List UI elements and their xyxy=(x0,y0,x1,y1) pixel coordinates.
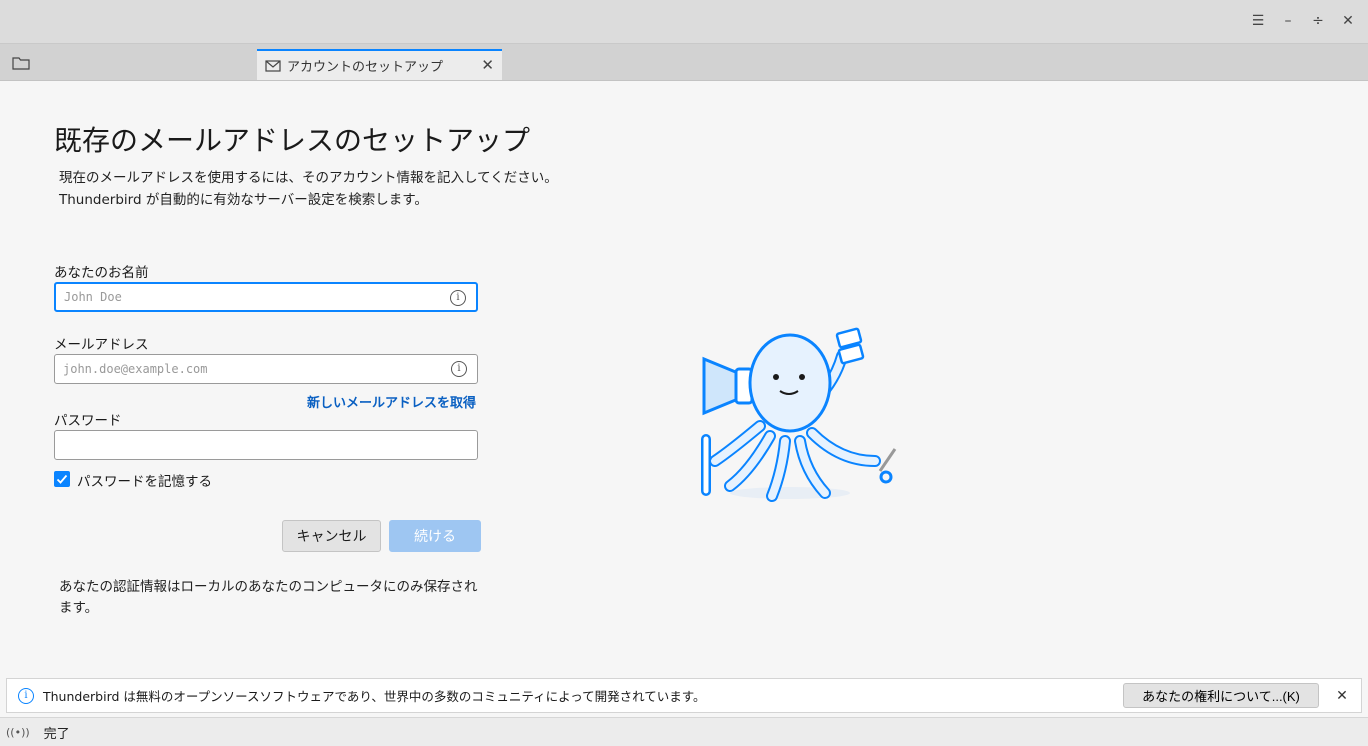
password-field-wrapper xyxy=(54,430,478,460)
tab-label: アカウントのセットアップ xyxy=(287,60,444,75)
remember-password-label[interactable]: パスワードを記憶する xyxy=(77,470,212,490)
get-new-email-link[interactable]: 新しいメールアドレスを取得 xyxy=(307,392,476,411)
notification-text: Thunderbird は無料のオープンソースソフトウェアであり、世界中の多数の… xyxy=(43,689,706,704)
password-label: パスワード xyxy=(54,413,122,429)
continue-button[interactable]: 続ける xyxy=(389,520,481,552)
notification-bar: i Thunderbird は無料のオープンソースソフトウェアであり、世界中の多… xyxy=(6,678,1362,713)
minimize-icon[interactable]: – xyxy=(1282,12,1294,30)
name-label: あなたのお名前 xyxy=(54,265,149,281)
mail-icon xyxy=(265,59,281,72)
subtitle-line-2: Thunderbird が自動的に有効なサーバー設定を検索します。 xyxy=(59,192,428,208)
email-field-wrapper: i xyxy=(54,354,478,384)
close-icon[interactable]: ✕ xyxy=(1342,12,1354,30)
tab-account-setup[interactable]: アカウントのセットアップ ✕ xyxy=(257,49,502,80)
name-field-wrapper: i xyxy=(54,282,478,312)
tab-close-icon[interactable]: ✕ xyxy=(481,56,494,74)
close-icon[interactable]: ✕ xyxy=(1331,685,1353,707)
name-input[interactable] xyxy=(56,284,452,310)
page-subtitle: 現在のメールアドレスを使用するには、そのアカウント情報を記入してください。 Th… xyxy=(59,167,558,211)
email-input[interactable] xyxy=(55,355,451,383)
status-text: 完了 xyxy=(43,726,70,742)
tab-bar: アカウントのセットアップ ✕ xyxy=(0,44,1368,81)
page-title: 既存のメールアドレスのセットアップ xyxy=(54,124,531,157)
menu-icon[interactable]: ☰ xyxy=(1252,12,1265,30)
email-label: メールアドレス xyxy=(54,337,149,353)
octopus-illustration xyxy=(701,327,897,502)
status-bar: ((•)) 完了 xyxy=(0,717,1368,746)
info-icon[interactable]: i xyxy=(450,290,466,306)
maximize-icon[interactable]: ÷ xyxy=(1312,12,1324,30)
window-controls: ☰ – ÷ ✕ xyxy=(1252,12,1354,30)
remember-password-checkbox[interactable] xyxy=(54,471,70,487)
rights-button[interactable]: あなたの権利について...(K) xyxy=(1123,683,1319,708)
info-icon[interactable]: i xyxy=(451,361,467,377)
title-bar: ☰ – ÷ ✕ xyxy=(0,0,1368,44)
subtitle-line-1: 現在のメールアドレスを使用するには、そのアカウント情報を記入してください。 xyxy=(59,170,558,186)
info-icon: i xyxy=(18,687,34,704)
storage-note: あなたの認証情報はローカルのあなたのコンピュータにのみ保存されます。 xyxy=(59,579,478,616)
account-setup-page: 既存のメールアドレスのセットアップ 現在のメールアドレスを使用するには、そのアカ… xyxy=(0,81,1368,675)
folder-icon[interactable] xyxy=(12,56,30,70)
password-input[interactable] xyxy=(55,431,451,459)
online-status-icon[interactable]: ((•)) xyxy=(6,726,30,739)
cancel-button[interactable]: キャンセル xyxy=(282,520,381,552)
